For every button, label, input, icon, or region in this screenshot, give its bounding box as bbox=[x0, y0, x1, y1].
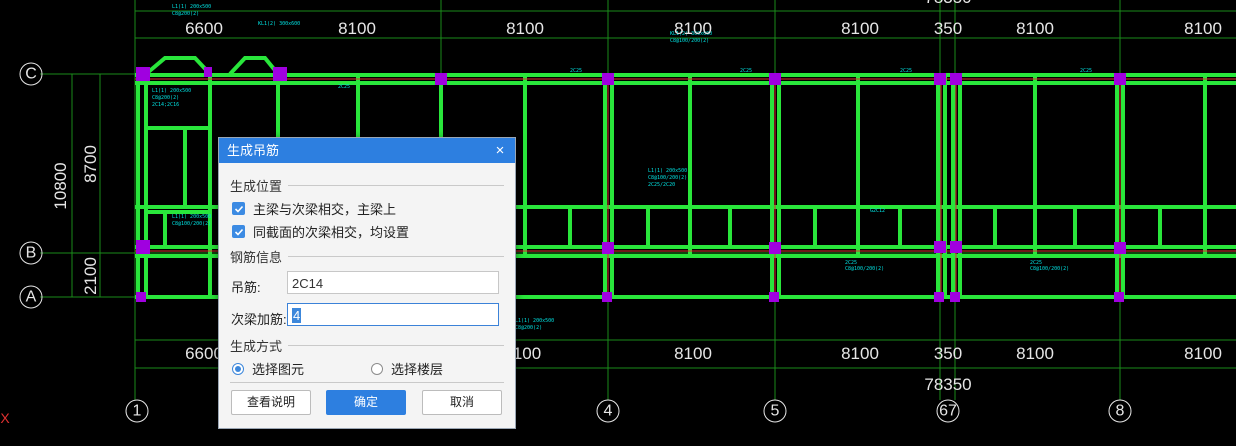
svg-text:8100: 8100 bbox=[506, 19, 544, 38]
option-main-beam-row[interactable]: 主梁与次梁相交，主梁上 bbox=[232, 199, 396, 218]
svg-text:C8@100/200(2): C8@100/200(2) bbox=[172, 221, 211, 227]
svg-text:8100: 8100 bbox=[674, 344, 712, 363]
svg-text:2C25: 2C25 bbox=[740, 68, 752, 74]
svg-text:8100: 8100 bbox=[338, 19, 376, 38]
hanger-label: 吊筋: bbox=[231, 280, 261, 295]
checkbox-same-section[interactable] bbox=[232, 225, 245, 238]
check-icon bbox=[234, 228, 243, 236]
svg-text:C8@100/200(2): C8@100/200(2) bbox=[845, 266, 884, 272]
svg-text:78350: 78350 bbox=[924, 375, 971, 394]
close-icon[interactable]: × bbox=[493, 138, 507, 163]
svg-text:L1(1) 200x500: L1(1) 200x500 bbox=[172, 214, 211, 220]
ok-button[interactable]: 确定 bbox=[326, 390, 406, 415]
svg-text:8100: 8100 bbox=[841, 344, 879, 363]
option-same-section-label: 同截面的次梁相交，均设置 bbox=[253, 225, 410, 240]
checkbox-main-beam[interactable] bbox=[232, 202, 245, 215]
svg-text:L1(1) 200x500: L1(1) 200x500 bbox=[648, 168, 687, 174]
x-axis-marker: X bbox=[0, 410, 10, 426]
axis-row-B: B bbox=[26, 245, 37, 262]
svg-text:G2C12: G2C12 bbox=[870, 208, 885, 214]
section-mode: 生成方式 bbox=[230, 336, 504, 355]
check-icon bbox=[234, 205, 243, 213]
secondary-rebar-value: 4 bbox=[292, 308, 302, 323]
radio-select-elements[interactable] bbox=[232, 362, 244, 375]
svg-text:2C14;2C16: 2C14;2C16 bbox=[152, 102, 179, 108]
section-rebar: 钢筋信息 bbox=[230, 247, 504, 266]
dialog-titlebar[interactable]: 生成吊筋 × bbox=[219, 138, 515, 163]
svg-text:10800: 10800 bbox=[51, 162, 70, 209]
axis-row-A: A bbox=[26, 289, 37, 306]
svg-text:350: 350 bbox=[934, 344, 962, 363]
radio-select-floors-row[interactable]: 选择楼层 bbox=[371, 359, 443, 378]
axis-col-8: 8 bbox=[1116, 403, 1125, 420]
hanger-input[interactable]: 2C14 bbox=[287, 271, 499, 294]
option-same-section-row[interactable]: 同截面的次梁相交，均设置 bbox=[232, 222, 409, 241]
svg-text:2C25: 2C25 bbox=[338, 84, 350, 90]
axis-row-C: C bbox=[25, 66, 37, 83]
svg-text:8100: 8100 bbox=[1184, 19, 1222, 38]
svg-text:2C25: 2C25 bbox=[570, 68, 582, 74]
secondary-rebar-input[interactable]: 4 bbox=[287, 303, 499, 326]
section-position: 生成位置 bbox=[230, 176, 504, 195]
svg-text:KL1(2) 300x600: KL1(2) 300x600 bbox=[258, 21, 300, 27]
radio-select-elements-label: 选择图元 bbox=[252, 362, 305, 377]
axis-col-67: 67 bbox=[939, 403, 957, 420]
secondary-rebar-label: 次梁加筋: bbox=[231, 312, 287, 327]
svg-text:8100: 8100 bbox=[841, 19, 879, 38]
cad-drawing-canvas[interactable]: L1(1) 200x500 C8@200(2) KL1(2) 300x600 L… bbox=[0, 0, 1236, 446]
svg-text:8100: 8100 bbox=[1184, 344, 1222, 363]
svg-text:C8@100/200(2): C8@100/200(2) bbox=[670, 38, 709, 44]
svg-text:2100: 2100 bbox=[81, 257, 100, 295]
axis-col-5: 5 bbox=[771, 403, 780, 420]
svg-text:2C25: 2C25 bbox=[900, 68, 912, 74]
svg-text:L1(1) 200x500: L1(1) 200x500 bbox=[515, 318, 554, 324]
svg-text:8700: 8700 bbox=[81, 145, 100, 183]
option-main-beam-label: 主梁与次梁相交，主梁上 bbox=[253, 202, 397, 217]
view-help-button[interactable]: 查看说明 bbox=[231, 390, 311, 415]
svg-text:L1(1) 200x500: L1(1) 200x500 bbox=[172, 4, 211, 10]
svg-text:C8@200(2): C8@200(2) bbox=[515, 325, 542, 331]
axis-col-1: 1 bbox=[133, 403, 142, 420]
svg-text:2C25/2C20: 2C25/2C20 bbox=[648, 182, 675, 188]
radio-select-floors[interactable] bbox=[371, 362, 383, 375]
radio-select-floors-label: 选择楼层 bbox=[391, 362, 444, 377]
svg-text:8100: 8100 bbox=[1016, 344, 1054, 363]
svg-text:L1(1) 200x500: L1(1) 200x500 bbox=[152, 88, 191, 94]
svg-text:2C25: 2C25 bbox=[1080, 68, 1092, 74]
axis-col-4: 4 bbox=[604, 403, 613, 420]
svg-text:100: 100 bbox=[513, 344, 541, 363]
svg-text:C8@200(2): C8@200(2) bbox=[172, 11, 199, 17]
svg-text:8100: 8100 bbox=[1016, 19, 1054, 38]
radio-select-elements-row[interactable]: 选择图元 bbox=[232, 359, 304, 378]
cancel-button[interactable]: 取消 bbox=[422, 390, 502, 415]
svg-text:6600: 6600 bbox=[185, 19, 223, 38]
svg-text:8100: 8100 bbox=[674, 19, 712, 38]
svg-text:C8@100/200(2): C8@100/200(2) bbox=[1030, 266, 1069, 272]
svg-text:C8@100/200(2): C8@100/200(2) bbox=[648, 175, 687, 181]
svg-text:350: 350 bbox=[934, 19, 962, 38]
generate-hanger-dialog[interactable]: 生成吊筋 × 生成位置 主梁与次梁相交，主梁上 同截面的次梁相交，均设置 钢筋信… bbox=[218, 137, 516, 429]
divider bbox=[230, 382, 504, 383]
svg-text:78350: 78350 bbox=[924, 0, 971, 7]
dialog-title: 生成吊筋 bbox=[227, 143, 280, 158]
svg-text:C8@200(2): C8@200(2) bbox=[152, 95, 179, 101]
